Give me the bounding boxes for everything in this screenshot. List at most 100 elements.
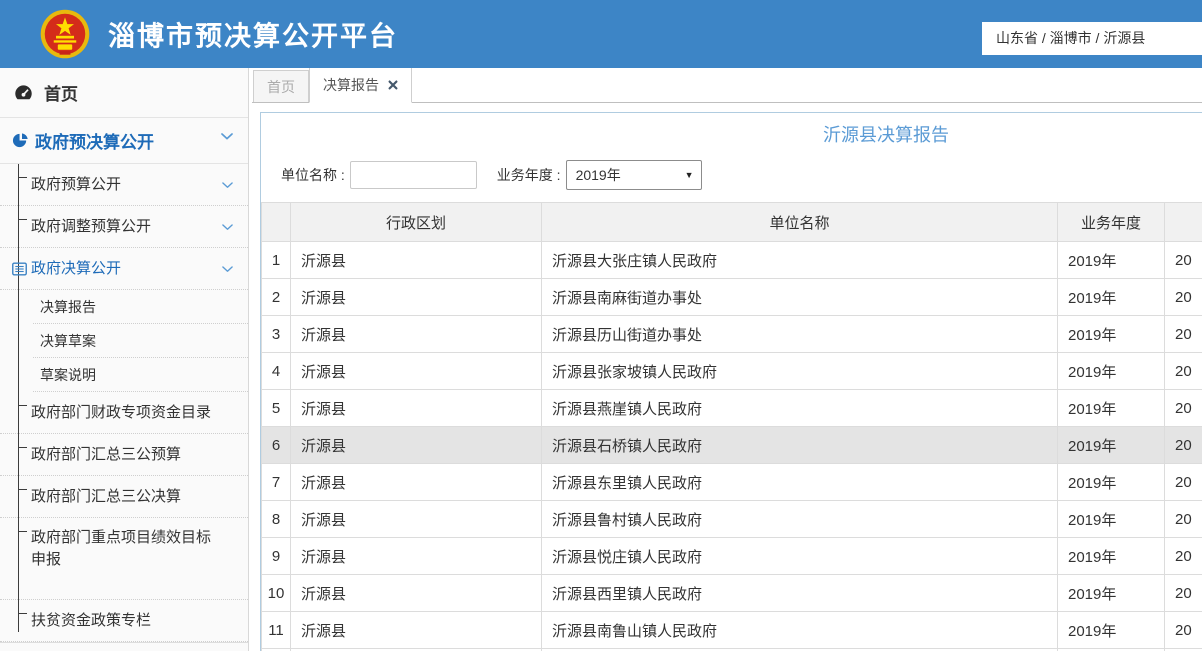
sidebar-section-dept-budget[interactable]: 部门预决算公开 (0, 642, 248, 651)
tab[interactable]: 首页 (253, 70, 309, 102)
column-header: 业务年度 (1058, 203, 1165, 242)
sidebar-home-label: 首页 (44, 80, 78, 105)
filter-bar: 单位名称 : 业务年度 : 2019年 ▼ (261, 146, 1202, 202)
table-header-row: 行政区划单位名称业务年度 (262, 203, 1202, 242)
column-header: 行政区划 (291, 203, 542, 242)
dashboard-icon (14, 84, 33, 101)
sidebar-item[interactable]: 政府部门汇总三公预算 (0, 434, 248, 476)
breadcrumb[interactable]: 山东省 / 淄博市 / 沂源县 (982, 22, 1202, 55)
sidebar-item-label: 政府调整预算公开 (31, 216, 151, 237)
business-year-select[interactable]: 2019年 ▼ (566, 160, 702, 190)
app-window: 淄博市预决算公开平台 山东省 / 淄博市 / 沂源县 首页 (0, 0, 1202, 651)
cell: 6 (262, 427, 291, 464)
cell: 2019年 (1058, 464, 1165, 501)
cell: 沂源县燕崖镇人民政府 (542, 390, 1058, 427)
cell: 沂源县 (291, 279, 542, 316)
cell: 沂源县 (291, 464, 542, 501)
sidebar-item[interactable]: 政府部门财政专项资金目录 (0, 392, 248, 434)
sidebar-section-label: 政府预决算公开 (35, 128, 154, 153)
sidebar: 首页 政府预决算公开 政府预算公开 政府调整预算公开 (0, 68, 249, 651)
tab-label: 决算报告 (323, 75, 379, 95)
column-header: 单位名称 (542, 203, 1058, 242)
table-row[interactable]: 7沂源县沂源县东里镇人民政府2019年20 (262, 464, 1202, 501)
sidebar-item[interactable]: 政府决算公开 (0, 248, 248, 290)
table-row[interactable]: 9沂源县沂源县悦庄镇人民政府2019年20 (262, 538, 1202, 575)
sidebar-item-label: 政府部门财政专项资金目录 (31, 402, 211, 423)
app-header: 淄博市预决算公开平台 山东省 / 淄博市 / 沂源县 (0, 0, 1202, 68)
cell: 沂源县南麻街道办事处 (542, 279, 1058, 316)
cell: 4 (262, 353, 291, 390)
cell: 沂源县 (291, 501, 542, 538)
sidebar-tree: 政府预算公开 政府调整预算公开 政府决算公开 决算报告 决算草案 草案说明 (0, 164, 248, 642)
sidebar-item[interactable]: 政府调整预算公开 (0, 206, 248, 248)
cell: 2019年 (1058, 279, 1165, 316)
chevron-down-icon (222, 223, 233, 230)
table-row[interactable]: 5沂源县沂源县燕崖镇人民政府2019年20 (262, 390, 1202, 427)
sidebar-subitem-label: 决算报告 (40, 297, 96, 317)
cell: 20 (1165, 353, 1202, 390)
select-arrow-icon: ▼ (685, 170, 694, 180)
sidebar-item[interactable]: 政府部门汇总三公决算 (0, 476, 248, 518)
cell: 沂源县 (291, 538, 542, 575)
sidebar-subitem[interactable]: 决算草案 (0, 324, 248, 358)
chevron-down-icon (221, 133, 233, 140)
close-icon[interactable] (388, 80, 398, 90)
cell: 沂源县大张庄镇人民政府 (542, 242, 1058, 279)
table-row[interactable]: 4沂源县沂源县张家坡镇人民政府2019年20 (262, 353, 1202, 390)
sidebar-item-label: 政府部门汇总三公决算 (31, 486, 181, 507)
table-row[interactable]: 2沂源县沂源县南麻街道办事处2019年20 (262, 279, 1202, 316)
table-row[interactable]: 3沂源县沂源县历山街道办事处2019年20 (262, 316, 1202, 353)
cell: 2019年 (1058, 538, 1165, 575)
sidebar-item-label: 扶贫资金政策专栏 (31, 610, 151, 631)
tab[interactable]: 决算报告 (309, 68, 412, 103)
cell: 沂源县鲁村镇人民政府 (542, 501, 1058, 538)
report-table: 行政区划单位名称业务年度 1沂源县沂源县大张庄镇人民政府2019年202沂源县沂… (261, 202, 1202, 651)
content-panel: 沂源县决算报告 单位名称 : 业务年度 : 2019年 ▼ 行政区划单位名称业务… (260, 112, 1202, 651)
sidebar-item[interactable]: 扶贫资金政策专栏 (0, 600, 248, 642)
cell: 20 (1165, 501, 1202, 538)
chevron-down-icon (222, 181, 233, 188)
cell: 20 (1165, 612, 1202, 649)
national-emblem-icon (38, 7, 92, 61)
unit-name-input[interactable] (350, 161, 477, 189)
cell: 沂源县张家坡镇人民政府 (542, 353, 1058, 390)
business-year-label: 业务年度 : (497, 165, 561, 185)
cell: 沂源县 (291, 390, 542, 427)
cell: 沂源县 (291, 575, 542, 612)
cell: 20 (1165, 464, 1202, 501)
cell: 8 (262, 501, 291, 538)
cell: 5 (262, 390, 291, 427)
cell: 20 (1165, 279, 1202, 316)
cell: 20 (1165, 538, 1202, 575)
cell: 2019年 (1058, 575, 1165, 612)
sidebar-item[interactable]: 政府预算公开 (0, 164, 248, 206)
cell: 沂源县石桥镇人民政府 (542, 427, 1058, 464)
cell: 沂源县 (291, 242, 542, 279)
cell: 2019年 (1058, 501, 1165, 538)
cell: 7 (262, 464, 291, 501)
cell: 2019年 (1058, 390, 1165, 427)
cell: 沂源县西里镇人民政府 (542, 575, 1058, 612)
cell: 20 (1165, 390, 1202, 427)
cell: 11 (262, 612, 291, 649)
cell: 2 (262, 279, 291, 316)
table-row[interactable]: 6沂源县沂源县石桥镇人民政府2019年20 (262, 427, 1202, 464)
sidebar-item-label: 政府部门重点项目绩效目标申报 (31, 527, 220, 571)
table-row[interactable]: 8沂源县沂源县鲁村镇人民政府2019年20 (262, 501, 1202, 538)
sidebar-subitem[interactable]: 决算报告 (0, 290, 248, 324)
table-row[interactable]: 11沂源县沂源县南鲁山镇人民政府2019年20 (262, 612, 1202, 649)
cell: 20 (1165, 575, 1202, 612)
cell: 3 (262, 316, 291, 353)
table-row[interactable]: 10沂源县沂源县西里镇人民政府2019年20 (262, 575, 1202, 612)
sidebar-item-home[interactable]: 首页 (0, 68, 248, 118)
sidebar-subitem[interactable]: 草案说明 (0, 358, 248, 392)
chevron-down-icon (222, 265, 233, 272)
sidebar-section-gov-budget[interactable]: 政府预决算公开 (0, 118, 248, 164)
business-year-value: 2019年 (576, 165, 621, 185)
table-row[interactable]: 1沂源县沂源县大张庄镇人民政府2019年20 (262, 242, 1202, 279)
page-title: 淄博市预决算公开平台 (108, 15, 398, 54)
cell: 沂源县悦庄镇人民政府 (542, 538, 1058, 575)
main-content: 首页 决算报告 沂源县 决算报告 单位名称 : 业务年度 : 2019年 ▼ (252, 68, 1202, 651)
sidebar-item[interactable]: 政府部门重点项目绩效目标申报 (0, 518, 248, 600)
tab-bar: 首页 决算报告 (252, 68, 1202, 103)
